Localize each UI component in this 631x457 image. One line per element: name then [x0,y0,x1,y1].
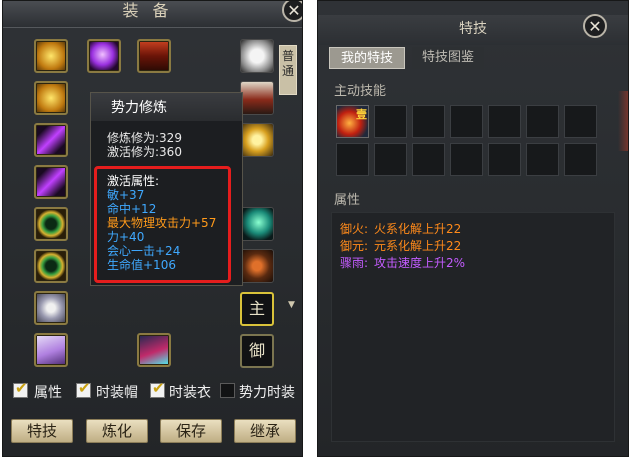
tab-my-skills[interactable]: 我的特技 [329,47,405,69]
role-guard-button[interactable]: 御 [240,334,274,368]
activation-value: 激活修为:360 [107,145,182,159]
refine-button[interactable]: 炼化 [86,419,148,443]
chevron-down-icon[interactable]: ▼ [288,300,295,310]
ring-icon[interactable] [34,249,68,283]
flower-icon[interactable] [34,291,68,325]
attribute-line: 敏+37 [107,188,145,202]
attribute-line: 生命值+106 [107,258,176,272]
skill-attribute-desc: 元系化解上升22 [374,239,462,253]
checkbox-label: 时装衣 [169,385,211,401]
skills-window: 特技 ✕ 我的特技 特技图鉴 主动技能 壹 属性 御火: 火系化解上升22 御元: 元… [317,0,629,457]
feather-icon[interactable] [34,81,68,115]
window-title: 装备 [122,1,183,20]
checkbox-fashion-clothes[interactable]: ✔ [150,379,165,398]
blade-icon[interactable] [34,123,68,157]
skill-attribute-row: 骤雨: 攻击速度上升2% [340,254,465,271]
skill-attribute-desc: 攻击速度上升2% [374,256,466,270]
attr-header: 激活属性: [107,174,160,188]
skill-slot[interactable] [526,143,559,176]
skill-slot[interactable] [450,105,483,138]
active-skills-label: 主动技能 [334,84,387,99]
skill-slot[interactable] [412,105,445,138]
skill-attribute-name: 御元: [340,239,369,253]
background-glow [618,91,628,151]
save-button[interactable]: 保存 [160,419,222,443]
skill-slot-fire-icon[interactable]: 壹 [336,105,369,138]
window-title: 特技 [459,21,487,37]
orb-icon[interactable] [87,39,121,73]
role-main-button[interactable]: 主 [240,292,274,326]
skill-slot[interactable] [564,143,597,176]
gold-bag-icon[interactable] [240,123,274,157]
skill-attribute-desc: 火系化解上升22 [374,222,462,236]
skill-button[interactable]: 特技 [11,419,73,443]
skill-slot[interactable] [374,143,407,176]
close-button[interactable]: ✕ [282,1,302,22]
checkbox-fashion-hat[interactable]: ✔ [76,379,91,398]
equipment-window: 装备 ✕ 普通 ▼ 主 御 势力修炼 修炼修为:329 激活修为:360 激活属… [2,0,303,457]
boot-icon[interactable] [137,333,171,367]
close-button[interactable]: ✕ [583,14,607,38]
skill-slot[interactable] [488,105,521,138]
mask-icon[interactable] [240,81,274,115]
shield-icon[interactable] [137,39,171,73]
skill-attribute-name: 骤雨: [340,256,369,270]
attributes-label: 属性 [334,193,361,208]
beast-icon[interactable] [240,249,274,283]
tab-skill-catalog[interactable]: 特技图鉴 [412,47,484,69]
display-options: ✔ 属性 ✔ 时装帽 ✔ 时装衣 势力时装 [13,379,302,403]
training-value: 修炼修为:329 [107,131,182,145]
checkbox-label: 时装帽 [96,385,138,401]
ring-icon[interactable] [34,207,68,241]
scroll-icon[interactable] [34,333,68,367]
title-bar: 装备 [3,1,302,28]
skill-slot[interactable] [412,143,445,176]
activated-attributes: 激活属性: 敏+37 命中+12 最大物理攻击力+57 力+40 会心一击+24 生命值+… [107,174,216,272]
checkbox-attributes[interactable]: ✔ [13,379,28,398]
checkbox-label: 势力时装 [239,385,295,401]
attribute-line: 最大物理攻击力+57 [107,216,217,230]
skill-slot[interactable] [564,105,597,138]
blade-icon[interactable] [34,165,68,199]
skill-level-badge: 壹 [356,108,367,121]
bust-icon[interactable] [240,39,274,73]
attribute-line: 力+40 [107,230,145,244]
attribute-line: 会心一击+24 [107,244,181,258]
skill-attribute-row: 御元: 元系化解上升22 [340,237,461,254]
inherit-button[interactable]: 继承 [234,419,296,443]
skill-slot[interactable] [336,143,369,176]
skill-attribute-row: 御火: 火系化解上升22 [340,220,461,237]
horse-icon[interactable] [240,207,274,241]
skill-slot[interactable] [488,143,521,176]
tab-normal[interactable]: 普通 [279,45,297,95]
tooltip-title: 势力修炼 [111,100,167,116]
feather-icon[interactable] [34,39,68,73]
skill-slot[interactable] [526,105,559,138]
skill-slot[interactable] [450,143,483,176]
checkbox-faction-fashion[interactable] [220,383,235,398]
skill-slot[interactable] [374,105,407,138]
checkbox-label: 属性 [34,385,62,401]
skill-attribute-name: 御火: [340,222,369,236]
attribute-line: 命中+12 [107,202,157,216]
